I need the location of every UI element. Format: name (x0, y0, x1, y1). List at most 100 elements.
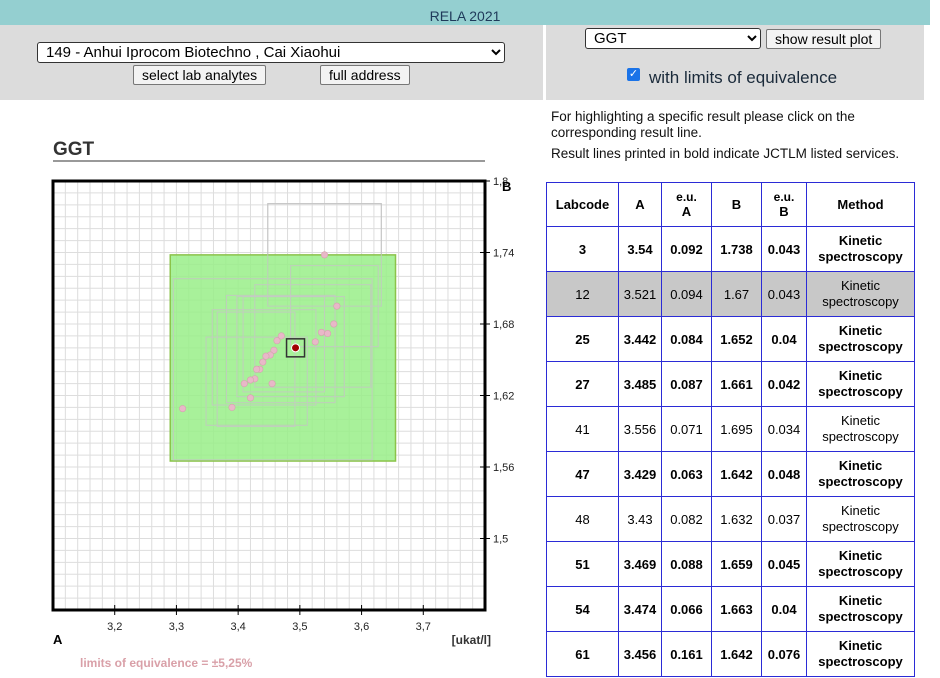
table-row[interactable]: 3 3.54 0.092 1.738 0.043 Kinetic spectroscopy (546, 226, 915, 272)
result-point (228, 403, 236, 411)
cell-eu-a: 0.071 (661, 406, 712, 452)
cell-labcode: 47 (546, 451, 619, 497)
x-tick-label: 3,2 (107, 621, 122, 633)
col-method: Method (806, 182, 915, 227)
result-point (259, 358, 267, 366)
cell-method: Kinetic spectroscopy (806, 271, 915, 317)
cell-b: 1.642 (711, 631, 762, 677)
cell-b: 1.738 (711, 226, 762, 272)
select-lab-analytes-button[interactable]: select lab analytes (133, 65, 267, 85)
col-labcode: Labcode (546, 182, 619, 227)
cell-a: 3.54 (618, 226, 662, 272)
x-axis-label: A (53, 632, 63, 647)
result-point (333, 302, 341, 310)
highlight-point (291, 343, 301, 353)
result-point (246, 394, 254, 402)
y-axis-label: B (502, 179, 511, 194)
analyte-select[interactable]: GGT (585, 28, 761, 49)
cell-b: 1.67 (711, 271, 762, 317)
cell-eu-b: 0.045 (761, 541, 807, 587)
limits-checkbox-label: with limits of equivalence (649, 68, 838, 87)
cell-method: Kinetic spectroscopy (806, 541, 915, 587)
unit-label: [ukat/l] (452, 633, 491, 647)
results-table: Labcode A e.u. A B e.u. B Method 3 3.54 0.09… (546, 182, 915, 677)
result-point (324, 330, 332, 338)
eu-label: e.u. (773, 189, 795, 204)
x-tick-label: 3,7 (416, 621, 431, 633)
result-point (273, 337, 281, 345)
full-address-button[interactable]: full address (320, 65, 410, 85)
cell-labcode: 61 (546, 631, 619, 677)
cell-method: Kinetic spectroscopy (806, 226, 915, 272)
page-title: RELA 2021 (429, 8, 501, 24)
cell-method: Kinetic spectroscopy (806, 451, 915, 497)
limits-label: limits of equivalence = ±5,25% (80, 656, 253, 670)
cell-eu-a: 0.063 (661, 451, 712, 497)
cell-labcode: 41 (546, 406, 619, 452)
cell-eu-b: 0.04 (761, 586, 807, 632)
cell-labcode: 51 (546, 541, 619, 587)
table-row[interactable]: 12 3.521 0.094 1.67 0.043 Kinetic spectroscop… (546, 271, 915, 317)
cell-eu-a: 0.084 (661, 316, 712, 362)
cell-labcode: 12 (546, 271, 619, 317)
cell-b: 1.652 (711, 316, 762, 362)
cell-eu-b: 0.042 (761, 361, 807, 407)
cell-b: 1.632 (711, 496, 762, 542)
cell-labcode: 3 (546, 226, 619, 272)
table-row[interactable]: 27 3.485 0.087 1.661 0.042 Kinetic spectrosco… (546, 361, 915, 407)
x-tick-label: 3,5 (292, 621, 307, 633)
x-tick-label: 3,3 (169, 621, 184, 633)
cell-method: Kinetic spectroscopy (806, 361, 915, 407)
lab-select[interactable]: 149 - Anhui Iprocom Biotechno , Cai Xiao… (37, 42, 505, 63)
y-tick-label: 1,68 (493, 319, 514, 331)
result-point (311, 338, 319, 346)
cell-labcode: 54 (546, 586, 619, 632)
x-tick-label: 3,4 (230, 621, 245, 633)
cell-labcode: 48 (546, 496, 619, 542)
cell-a: 3.485 (618, 361, 662, 407)
equivalence-rect (169, 254, 397, 462)
cell-method: Kinetic spectroscopy (806, 631, 915, 677)
cell-b: 1.659 (711, 541, 762, 587)
result-point (253, 365, 261, 373)
cell-eu-a: 0.088 (661, 541, 712, 587)
y-tick-label: 1,56 (493, 462, 514, 474)
highlight-info: For highlighting a specific result pleas… (551, 109, 855, 140)
table-row[interactable]: 51 3.469 0.088 1.659 0.045 Kinetic spectrosco… (546, 541, 915, 587)
limits-checkbox[interactable]: ✓ (627, 68, 640, 81)
eu-target: A (681, 203, 692, 219)
result-point (262, 352, 270, 360)
cell-a: 3.556 (618, 406, 662, 452)
cell-eu-b: 0.04 (761, 316, 807, 362)
cell-eu-a: 0.082 (661, 496, 712, 542)
cell-eu-b: 0.034 (761, 406, 807, 452)
eu-target: B (779, 203, 789, 219)
cell-labcode: 27 (546, 361, 619, 407)
cell-eu-b: 0.076 (761, 631, 807, 677)
cell-method: Kinetic spectroscopy (806, 496, 915, 542)
cell-eu-b: 0.043 (761, 226, 807, 272)
col-b: B (711, 182, 762, 227)
cell-a: 3.43 (618, 496, 662, 542)
cell-eu-a: 0.092 (661, 226, 712, 272)
cell-eu-a: 0.066 (661, 586, 712, 632)
cell-labcode: 25 (546, 316, 619, 362)
table-row[interactable]: 61 3.456 0.161 1.642 0.076 Kinetic spectrosco… (546, 631, 915, 677)
bold-info: Result lines printed in bold indicate JC… (551, 146, 900, 161)
cell-a: 3.456 (618, 631, 662, 677)
table-row[interactable]: 41 3.556 0.071 1.695 0.034 Kinetic spectrosco… (546, 406, 915, 452)
show-result-plot-button[interactable]: show result plot (766, 29, 882, 49)
result-point (268, 380, 276, 388)
result-point (179, 405, 187, 413)
table-row[interactable]: 54 3.474 0.066 1.663 0.04 Kinetic spectroscop… (546, 586, 915, 632)
cell-eu-a: 0.161 (661, 631, 712, 677)
table-row[interactable]: 48 3.43 0.082 1.632 0.037 Kinetic spectroscop… (546, 496, 915, 542)
cell-a: 3.442 (618, 316, 662, 362)
table-row[interactable]: 25 3.442 0.084 1.652 0.04 Kinetic spectroscop… (546, 316, 915, 362)
cell-method: Kinetic spectroscopy (806, 406, 915, 452)
result-point (321, 251, 329, 259)
x-tick-label: 3,6 (354, 621, 369, 633)
col-eu-a: e.u. A (661, 182, 712, 227)
y-tick-label: 1,62 (493, 391, 514, 403)
table-row[interactable]: 47 3.429 0.063 1.642 0.048 Kinetic spectrosco… (546, 451, 915, 497)
